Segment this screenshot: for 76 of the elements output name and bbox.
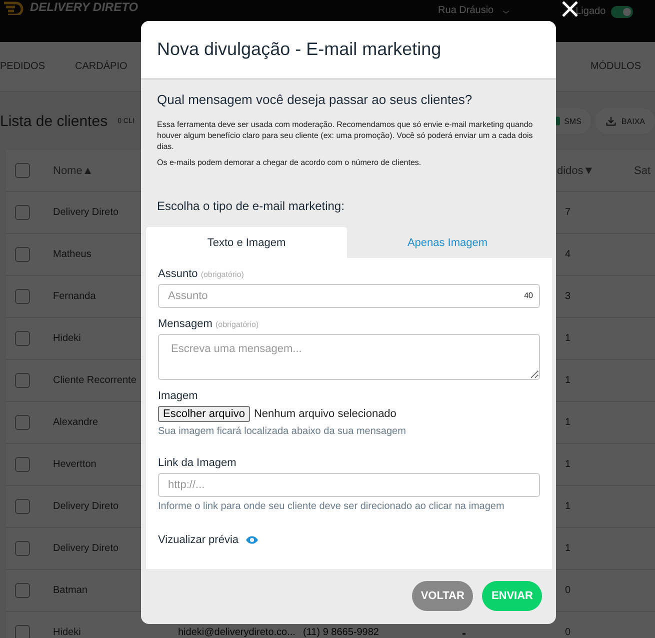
- status-label: Ligado: [576, 6, 606, 17]
- row-checkbox[interactable]: [15, 499, 30, 514]
- brand-logo-text: DELIVERY DIRETO: [30, 0, 138, 14]
- help-text: Informe o link para onde seu cliente deve ser direcionado ao clicar na imagem: [158, 501, 506, 512]
- row-checkbox[interactable]: [15, 205, 30, 220]
- table-cell: Hideki: [53, 627, 81, 638]
- required-hint: (obrigatório): [200, 270, 244, 279]
- table-cell: Delivery Direto: [53, 207, 119, 218]
- nav-tab[interactable]: MÓDULOS: [590, 61, 641, 72]
- row-checkbox[interactable]: [15, 541, 30, 556]
- table-cell: (11) 9 8665-9982: [303, 627, 379, 638]
- required-hint: (obrigatório): [215, 320, 259, 329]
- table-cell: 7: [565, 207, 571, 218]
- type-tab[interactable]: Texto e Imagem: [146, 227, 347, 258]
- help-text: Sua imagem ficará localizada abaixo da sua mensagem: [158, 426, 407, 437]
- note-text: Essa ferramenta deve ser usada com moderação. Recomendamos que só envie e-mail marketing quando houver algum benefício claro para seu cliente (ex: uma promoção). Você só poderá enviar um a cada dois dias.: [157, 119, 534, 152]
- row-checkbox[interactable]: [15, 373, 30, 388]
- nav-tab[interactable]: PEDIDOS: [0, 61, 46, 72]
- table-cell: Delivery Direto: [53, 501, 119, 512]
- table-cell: 1: [565, 417, 571, 428]
- nav-tab[interactable]: CARDÁPIO: [75, 61, 128, 72]
- character-counter: 40: [524, 291, 533, 300]
- logo-icon: [2, 1, 24, 15]
- table-cell: Alexandre: [53, 417, 98, 428]
- row-checkbox[interactable]: [15, 247, 30, 262]
- page-title: Lista de clientes: [0, 112, 108, 130]
- table-cell: -: [462, 626, 466, 638]
- file-status: Nenhum arquivo selecionado: [254, 408, 396, 420]
- column-header[interactable]: Sat: [634, 164, 651, 176]
- type-tab[interactable]: Apenas Imagem: [347, 227, 548, 258]
- row-checkbox[interactable]: [15, 625, 30, 638]
- eye-icon[interactable]: [244, 535, 259, 545]
- row-checkbox[interactable]: [15, 583, 30, 598]
- table-cell: Cliente Recorrente: [53, 375, 136, 386]
- row-checkbox[interactable]: [15, 331, 30, 346]
- table-cell: Fernanda: [53, 291, 96, 302]
- modal-title: Nova divulgação - E-mail marketing: [157, 39, 442, 60]
- field-label: Mensagem: [158, 318, 212, 330]
- field-label: Imagem: [158, 390, 198, 402]
- table-cell: Matheus: [53, 249, 92, 260]
- store-selector[interactable]: Rua Dráusio: [438, 5, 494, 16]
- row-checkbox[interactable]: [15, 457, 30, 472]
- select-all-checkbox[interactable]: [15, 163, 30, 178]
- field-label: Assunto: [158, 268, 198, 280]
- link-field[interactable]: http://...: [158, 473, 540, 497]
- caret-icon[interactable]: [502, 10, 510, 14]
- column-header[interactable]: didos▼: [557, 164, 594, 176]
- table-cell: 1: [565, 501, 571, 512]
- choose-file-button[interactable]: Escolher arquivo: [158, 406, 250, 422]
- table-cell: hideki@deliverydireto.co...: [178, 627, 296, 638]
- column-header[interactable]: Nome▲: [53, 164, 94, 176]
- table-cell: 1: [565, 543, 571, 554]
- table-cell: 0: [565, 585, 571, 596]
- footer-button[interactable]: ENVIAR: [482, 581, 542, 611]
- message-field[interactable]: Escreva uma mensagem...: [158, 334, 540, 380]
- download-icon: [605, 116, 618, 126]
- table-cell: 1: [565, 459, 571, 470]
- row-checkbox[interactable]: [15, 415, 30, 430]
- action-button[interactable]: BAIXA: [595, 108, 655, 134]
- table-cell: Hideki: [53, 333, 81, 344]
- table-cell: Hevertton: [53, 459, 96, 470]
- table-cell: 4: [565, 249, 571, 260]
- note-text: Os e-mails podem demorar a chegar de acordo com o número de clientes.: [157, 157, 422, 168]
- footer-button[interactable]: VOLTAR: [412, 581, 474, 611]
- row-checkbox[interactable]: [15, 289, 30, 304]
- choose-label: Escolha o tipo de e-mail marketing:: [157, 199, 346, 213]
- table-cell: Batman: [53, 585, 88, 596]
- table-cell: 0: [565, 627, 571, 638]
- status-toggle[interactable]: [610, 6, 633, 18]
- preview-link[interactable]: Vizualizar prévia: [158, 534, 239, 546]
- table-cell: 1: [565, 375, 571, 386]
- table-cell: Delivery Direto: [53, 543, 119, 554]
- field-label: Link da Imagem: [158, 457, 236, 469]
- question-text: Qual mensagem você deseja passar ao seus clientes?: [157, 92, 474, 107]
- table-cell: 1: [565, 333, 571, 344]
- table-cell: 3: [565, 291, 571, 302]
